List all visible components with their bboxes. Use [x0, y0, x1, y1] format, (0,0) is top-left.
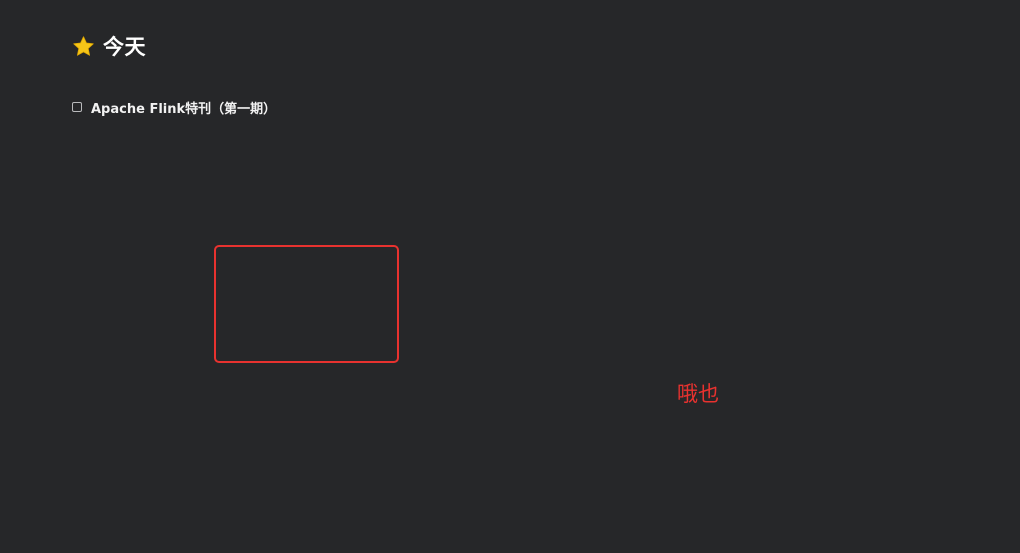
todo-label: Apache Flink特刊（第一期） — [91, 101, 277, 117]
annotation-rectangle — [214, 245, 399, 363]
page-header: 今天 — [72, 30, 146, 62]
annotation-text: 哦也 — [677, 382, 719, 406]
todo-item[interactable]: Apache Flink特刊（第一期） — [72, 96, 276, 118]
star-icon — [72, 35, 95, 58]
todo-checkbox[interactable] — [72, 102, 82, 112]
page-title: 今天 — [103, 35, 146, 59]
